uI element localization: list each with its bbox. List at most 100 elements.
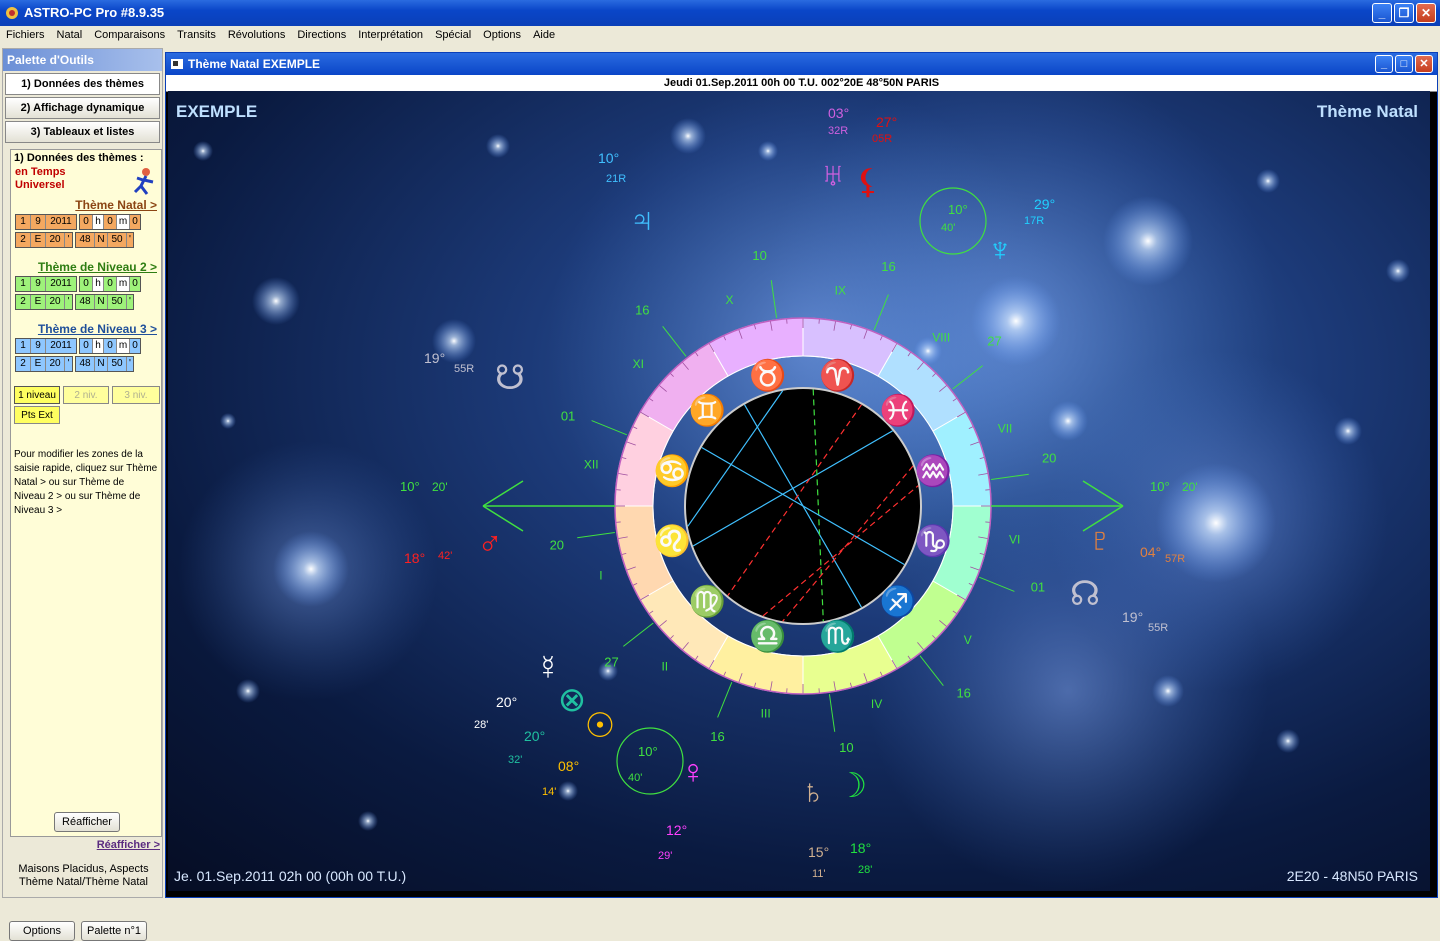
theme-1-geo2-field-0[interactable]: 48 xyxy=(76,233,95,247)
theme-3-geo1-field-3[interactable]: ' xyxy=(65,357,72,371)
menu-fichiers[interactable]: Fichiers xyxy=(0,26,51,44)
theme-1-date-field-2[interactable]: 2011 xyxy=(46,215,76,229)
theme-2-geo2-field-1[interactable]: N xyxy=(95,295,108,309)
theme-3-time-field-4[interactable]: 0 xyxy=(130,339,140,353)
cusp-degree-10: 10 xyxy=(752,248,766,263)
theme-3-geo1-field-1[interactable]: E xyxy=(31,357,46,371)
tab-affichage-dynamique[interactable]: 2) Affichage dynamique xyxy=(5,97,160,119)
theme-2-geo1-field-0[interactable]: 2 xyxy=(16,295,31,309)
theme-3-date-field-1[interactable]: 9 xyxy=(31,339,46,353)
level-2-button[interactable]: 2 niv. xyxy=(63,386,109,404)
theme-3-time-field-1[interactable]: h xyxy=(93,339,104,353)
menu-comparaisons[interactable]: Comparaisons xyxy=(88,26,171,44)
theme-1-geo1-field-0[interactable]: 2 xyxy=(16,233,31,247)
menu-natal[interactable]: Natal xyxy=(51,26,89,44)
menu-aide[interactable]: Aide xyxy=(527,26,561,44)
neptune-icon[interactable]: ♆ xyxy=(987,231,1013,269)
menu-transits[interactable]: Transits xyxy=(171,26,222,44)
mars-icon[interactable]: ♂ xyxy=(477,525,503,563)
theme-2-time-field-2[interactable]: 0 xyxy=(104,277,117,291)
theme-3-time-field-2[interactable]: 0 xyxy=(104,339,117,353)
star-9 xyxy=(1386,259,1410,283)
theme-3-geo2-field-0[interactable]: 48 xyxy=(76,357,95,371)
window-icon xyxy=(170,57,184,71)
theme-1-geo1-field-3[interactable]: ' xyxy=(65,233,72,247)
theme-1-geo2-field-1[interactable]: N xyxy=(95,233,108,247)
theme-2-geo1-field-3[interactable]: ' xyxy=(65,295,72,309)
lilith-icon[interactable]: ⚸ xyxy=(856,163,881,201)
theme-3-geo1-field-0[interactable]: 2 xyxy=(16,357,31,371)
theme-2-geo2-field-3[interactable]: ' xyxy=(127,295,133,309)
venus-icon[interactable]: ♀ xyxy=(680,753,706,791)
theme-3-geo2-field-2[interactable]: 50 xyxy=(108,357,127,371)
theme-3-time-field-3[interactable]: m xyxy=(117,339,130,353)
close-button[interactable]: ✕ xyxy=(1416,3,1436,23)
theme-2-time-field-1[interactable]: h xyxy=(93,277,104,291)
pts-ext-button[interactable]: Pts Ext xyxy=(14,406,60,424)
chart-minimize-button[interactable]: _ xyxy=(1375,55,1393,73)
theme-2-geo2-field-0[interactable]: 48 xyxy=(76,295,95,309)
theme-1-geo2-field-2[interactable]: 50 xyxy=(108,233,127,247)
menu-revolutions[interactable]: Révolutions xyxy=(222,26,291,44)
theme-2-time-field-4[interactable]: 0 xyxy=(130,277,140,291)
runner-icon[interactable] xyxy=(131,166,157,196)
theme-2-geo1-field-1[interactable]: E xyxy=(31,295,46,309)
south-node-icon[interactable]: ☋ xyxy=(495,359,525,397)
theme-1-time-field-1[interactable]: h xyxy=(93,215,104,229)
menu-directions[interactable]: Directions xyxy=(291,26,352,44)
theme-link-2[interactable]: Thème de Niveau 2 > xyxy=(11,260,161,274)
tab-donnees-themes[interactable]: 1) Données des thèmes xyxy=(5,73,160,95)
theme-3-date-field-2[interactable]: 2011 xyxy=(46,339,76,353)
theme-1-time-field-0[interactable]: 0 xyxy=(80,215,93,229)
theme-3-geo2-field-1[interactable]: N xyxy=(95,357,108,371)
theme-2-time-field-3[interactable]: m xyxy=(117,277,130,291)
fortune-icon[interactable]: ⊗ xyxy=(558,681,587,719)
theme-3-time-field-0[interactable]: 0 xyxy=(80,339,93,353)
chart-maximize-button[interactable]: □ xyxy=(1395,55,1413,73)
palette-number-button[interactable]: Palette n°1 xyxy=(81,921,147,941)
theme-2-date-field-1[interactable]: 9 xyxy=(31,277,46,291)
uranus-icon[interactable]: ♅ xyxy=(820,156,846,194)
theme-3-geo2-field-3[interactable]: ' xyxy=(127,357,133,371)
theme-1-time-field-2[interactable]: 0 xyxy=(104,215,117,229)
tab-tableaux-listes[interactable]: 3) Tableaux et listes xyxy=(5,121,160,143)
menu-interpretation[interactable]: Interprétation xyxy=(352,26,429,44)
theme-1-date-field-1[interactable]: 9 xyxy=(31,215,46,229)
theme-link-3[interactable]: Thème de Niveau 3 > xyxy=(11,322,161,336)
north-node-icon[interactable]: ☊ xyxy=(1070,575,1100,613)
theme-3-geo1-field-2[interactable]: 20 xyxy=(46,357,65,371)
theme-1-date-field-0[interactable]: 1 xyxy=(16,215,31,229)
theme-1-time-field-3[interactable]: m xyxy=(117,215,130,229)
refresh-button[interactable]: Réafficher xyxy=(54,812,120,832)
jupiter-icon[interactable]: ♃ xyxy=(629,201,655,239)
chart-close-button[interactable]: ✕ xyxy=(1415,55,1433,73)
theme-2-geo1-group: 2E20' xyxy=(15,294,73,310)
sign-glyph-9: ♈ xyxy=(819,358,856,393)
theme-2-geo2-field-2[interactable]: 50 xyxy=(108,295,127,309)
theme-link-1[interactable]: Thème Natal > xyxy=(11,198,161,212)
restore-button[interactable]: ❐ xyxy=(1394,3,1414,23)
theme-1-geo1-field-2[interactable]: 20 xyxy=(46,233,65,247)
theme-1-geo1-field-1[interactable]: E xyxy=(31,233,46,247)
theme-2-date-field-0[interactable]: 1 xyxy=(16,277,31,291)
moon-icon[interactable]: ☽ xyxy=(837,767,867,805)
theme-2-time-field-0[interactable]: 0 xyxy=(80,277,93,291)
minimize-button[interactable]: _ xyxy=(1372,3,1392,23)
saturn-icon[interactable]: ♄ xyxy=(800,773,826,811)
menu-special[interactable]: Spécial xyxy=(429,26,477,44)
sun-icon[interactable]: ☉ xyxy=(585,707,615,745)
menu-options[interactable]: Options xyxy=(477,26,527,44)
theme-1-geo2-field-3[interactable]: ' xyxy=(127,233,133,247)
level-3-button[interactable]: 3 niv. xyxy=(112,386,160,404)
options-button[interactable]: Options xyxy=(9,921,75,941)
theme-3-date-field-0[interactable]: 1 xyxy=(16,339,31,353)
natal-chart[interactable]: EXEMPLE Thème Natal Je. 01.Sep.2011 02h … xyxy=(168,91,1430,891)
level-1-button[interactable]: 1 niveau xyxy=(14,386,60,404)
refresh-link[interactable]: Réafficher > xyxy=(97,839,160,851)
star-2 xyxy=(1103,196,1193,286)
pluto-icon[interactable]: ♇ xyxy=(1087,521,1113,559)
theme-2-geo1-field-2[interactable]: 20 xyxy=(46,295,65,309)
theme-2-date-field-2[interactable]: 2011 xyxy=(46,277,76,291)
theme-1-time-field-4[interactable]: 0 xyxy=(130,215,140,229)
moon-degree: 18° xyxy=(850,840,871,856)
